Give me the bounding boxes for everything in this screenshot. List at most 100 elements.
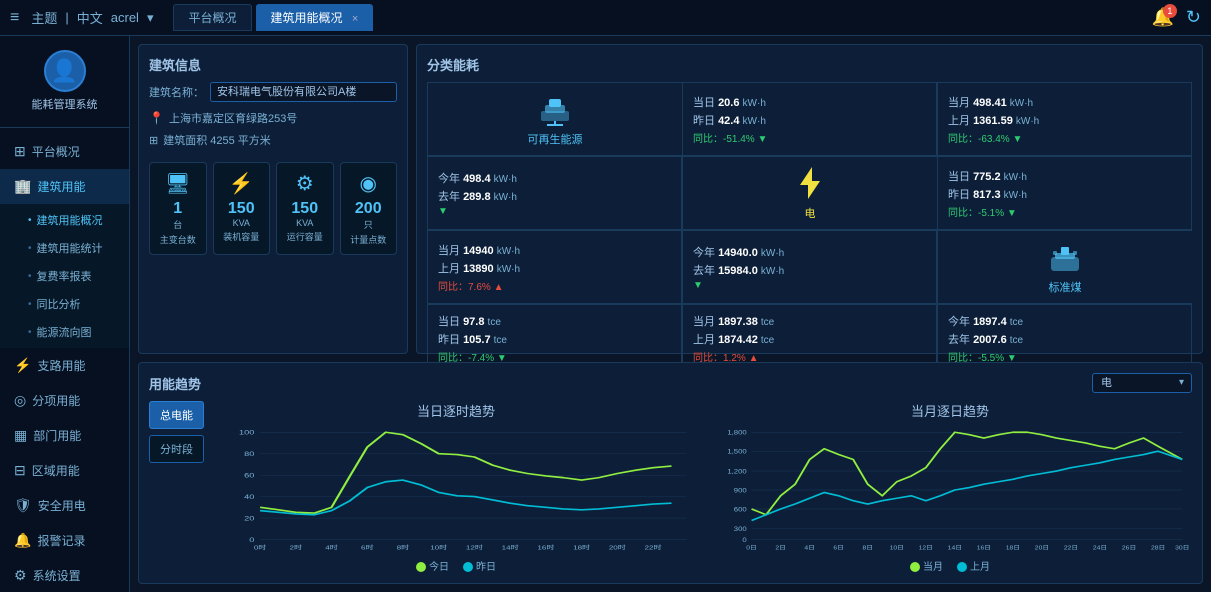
building-area-row: ⊞ 建筑面积 4255 平方米 — [149, 132, 397, 148]
chart-daily-svg-wrap: 100 80 60 40 20 0 0时 2时 4时 6时 — [214, 424, 698, 556]
transformer-value: 1 — [173, 200, 182, 218]
classification-panel: 分类能耗 可再生能源 — [416, 44, 1203, 354]
building-area: 建筑面积 4255 平方米 — [163, 132, 271, 148]
hamburger-icon[interactable]: ≡ — [10, 9, 19, 27]
trend-energy-select[interactable]: 电 总电能 可再生能源 标准煤 — [1092, 373, 1192, 393]
svg-text:14日: 14日 — [948, 544, 962, 551]
installed-unit: KVA — [233, 218, 250, 228]
tab-building[interactable]: 建筑用能概况 × — [256, 4, 374, 31]
running-unit: KVA — [296, 218, 313, 228]
refresh-icon[interactable]: ↻ — [1186, 7, 1201, 28]
platform-icon: ⊞ — [14, 143, 26, 160]
building-address: 上海市嘉定区育绿路253号 — [169, 110, 297, 126]
coal-year-metric: 今年 1897.4 tce — [948, 313, 1181, 329]
svg-text:16时: 16时 — [537, 544, 554, 551]
coal-label: 标准煤 — [1049, 279, 1082, 295]
electric-year-compare: ▼ — [693, 280, 926, 291]
svg-text:6日: 6日 — [833, 544, 844, 551]
chart-daily-title: 当日逐时趋势 — [214, 401, 698, 420]
notification-bell[interactable]: 🔔 1 — [1151, 7, 1173, 28]
sidebar-item-safety[interactable]: 🛡 安全用电 — [0, 488, 129, 523]
electric-label: 电 — [805, 205, 816, 221]
svg-text:1,800: 1,800 — [727, 428, 746, 436]
trend-body: 总电能 分时段 当日逐时趋势 — [149, 401, 1192, 573]
sidebar-item-building-label: 建筑用能 — [37, 178, 85, 195]
sidebar: 👤 能耗管理系统 ⊞ 平台概况 🏢 建筑用能 建筑用能概况 建筑用能统计 复费率… — [0, 36, 130, 592]
alarm-icon: 🔔 — [14, 532, 31, 549]
installed-value: 150 — [228, 200, 255, 218]
sidebar-item-sub-label: 分项用能 — [32, 392, 80, 409]
sidebar-item-dept[interactable]: ▦ 部门用能 — [0, 418, 129, 453]
installed-label: 装机容量 — [223, 230, 259, 243]
sidebar-item-platform[interactable]: ⊞ 平台概况 — [0, 134, 129, 169]
svg-text:8日: 8日 — [862, 544, 873, 551]
transformer-unit: 台 — [173, 218, 182, 231]
electric-yesterday-metric: 昨日 817.3 kW·h — [948, 186, 1181, 202]
building-address-row: 📍 上海市嘉定区育绿路253号 — [149, 110, 397, 126]
svg-text:18日: 18日 — [1006, 544, 1020, 551]
sidebar-item-flow[interactable]: 能源流向图 — [0, 318, 129, 346]
notif-badge-count: 1 — [1163, 4, 1177, 18]
stat-running: ⚙ 150 KVA 运行容量 — [276, 162, 334, 255]
trend-btns: 总电能 分时段 — [149, 401, 204, 573]
coal-lastmonth-metric: 上月 1874.42 tce — [693, 331, 926, 347]
coal-wrap: 标准煤 — [1047, 239, 1083, 295]
electric-lastmonth-metric: 上月 13890 kW·h — [438, 260, 671, 276]
svg-text:1,200: 1,200 — [727, 467, 746, 475]
sidebar-item-platform-label: 平台概况 — [32, 143, 80, 160]
svg-text:1,500: 1,500 — [727, 447, 746, 455]
svg-text:28日: 28日 — [1151, 544, 1165, 551]
chart-container: 当日逐时趋势 100 — [214, 401, 1192, 573]
class-icon-coal: 标准煤 — [937, 230, 1192, 304]
sidebar-item-branch[interactable]: ⚡ 支路用能 — [0, 348, 129, 383]
class-icon-electric: 电 — [682, 156, 937, 230]
transformer-label: 主变台数 — [160, 233, 196, 246]
chart-monthly-svg-wrap: 1,800 1,500 1,200 900 600 300 0 0日 2日 4 — [708, 424, 1192, 556]
sidebar-item-area[interactable]: ⊟ 区域用能 — [0, 453, 129, 488]
sidebar-item-alarm[interactable]: 🔔 报警记录 — [0, 523, 129, 558]
sidebar-item-settings[interactable]: ⚙ 系统设置 — [0, 558, 129, 592]
topbar: ≡ 主题 | 中文 acrel ▾ 平台概况 建筑用能概况 × 🔔 1 ↻ — [0, 0, 1211, 36]
svg-text:0时: 0时 — [254, 544, 267, 551]
chart-monthly-legend: 当月 上月 — [708, 558, 1192, 573]
renewable-svg — [537, 91, 573, 127]
coal-yesterday-metric: 昨日 105.7 tce — [438, 331, 671, 347]
tab-building-close[interactable]: × — [352, 13, 358, 25]
meter-unit: 只 — [364, 218, 373, 231]
sidebar-item-compare[interactable]: 同比分析 — [0, 290, 129, 318]
renewable-lastyear-metric: 去年 289.8 kW·h — [438, 188, 671, 204]
svg-text:14时: 14时 — [502, 544, 519, 551]
sidebar-item-building-use[interactable]: 🏢 建筑用能 — [0, 169, 129, 204]
svg-text:26日: 26日 — [1122, 544, 1136, 551]
building-panel: 建筑信息 建筑名称： 安科瑞电气股份有限公司A楼 📍 上海市嘉定区育绿路253号… — [138, 44, 408, 354]
svg-text:0日: 0日 — [746, 544, 757, 551]
electric-day-compare: 同比：-5.1% ▼ — [948, 204, 1181, 219]
running-icon: ⚙ — [296, 171, 314, 196]
renewable-day-compare: 同比：-51.4% ▼ — [693, 130, 926, 145]
lang-label: 中文 — [77, 8, 103, 27]
building-name-select[interactable]: 安科瑞电气股份有限公司A楼 — [210, 82, 397, 102]
svg-text:18时: 18时 — [573, 544, 590, 551]
sidebar-item-building-overview[interactable]: 建筑用能概况 — [0, 206, 129, 234]
electric-lastyear-metric: 去年 15984.0 kW·h — [693, 262, 926, 278]
btn-total-energy[interactable]: 总电能 — [149, 401, 204, 429]
address-icon: 📍 — [149, 111, 164, 125]
sidebar-item-sub[interactable]: ◎ 分项用能 — [0, 383, 129, 418]
chart-monthly-wrap: 当月逐日趋势 — [708, 401, 1192, 573]
svg-text:6时: 6时 — [361, 544, 374, 551]
content: 建筑信息 建筑名称： 安科瑞电气股份有限公司A楼 📍 上海市嘉定区育绿路253号… — [130, 36, 1211, 592]
svg-text:16日: 16日 — [977, 544, 991, 551]
sidebar-item-report[interactable]: 复费率报表 — [0, 262, 129, 290]
svg-text:40: 40 — [244, 493, 255, 500]
class-renewable-month: 当月 498.41 kW·h 上月 1361.59 kW·h 同比：-63.4%… — [937, 82, 1192, 156]
user-caret: ▾ — [147, 10, 154, 26]
sidebar-item-building-stats[interactable]: 建筑用能统计 — [0, 234, 129, 262]
tab-platform[interactable]: 平台概况 — [173, 4, 251, 31]
transformer-icon: 🖥 — [165, 171, 190, 196]
electric-year-metric: 今年 14940.0 kW·h — [693, 244, 926, 260]
class-electric-year: 今年 14940.0 kW·h 去年 15984.0 kW·h ▼ — [682, 230, 937, 304]
electric-month-compare: 同比：7.6% ▲ — [438, 278, 671, 293]
user-label: acrel — [111, 10, 139, 25]
electric-wrap: 电 — [792, 165, 828, 221]
btn-period[interactable]: 分时段 — [149, 435, 204, 463]
